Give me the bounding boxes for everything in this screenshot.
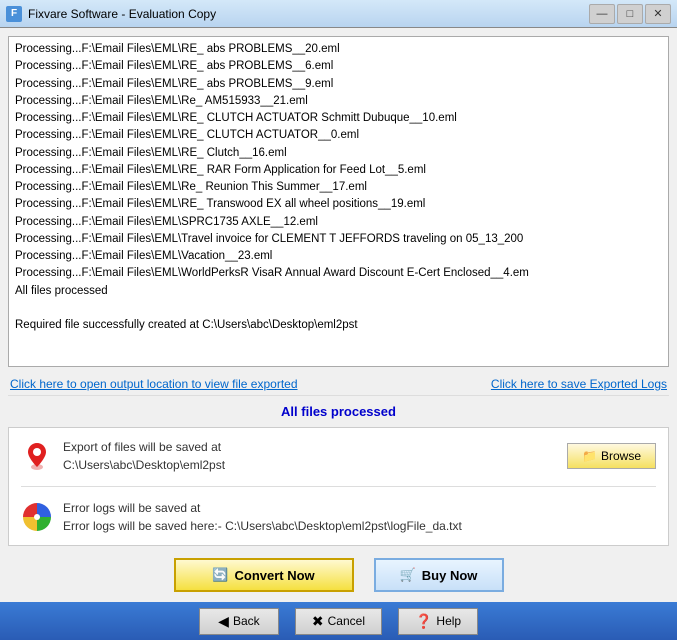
nav-bar: ◀ Back ✖ Cancel ❓ Help: [0, 602, 677, 640]
log-line: [15, 300, 662, 317]
log-line: Processing...F:\Email Files\EML\RE_ Tran…: [15, 196, 662, 213]
help-button[interactable]: ❓ Help: [398, 608, 478, 635]
divider: [21, 486, 656, 487]
action-buttons: 🔄 Convert Now 🛒 Buy Now: [8, 552, 669, 596]
log-line: Processing...F:\Email Files\EML\RE_ RAR …: [15, 162, 662, 179]
back-icon: ◀: [218, 613, 229, 630]
cart-icon: 🛒: [400, 567, 416, 583]
info-section: Export of files will be saved at C:\User…: [8, 427, 669, 546]
error-logs-row: Error logs will be saved at Error logs w…: [21, 499, 656, 535]
cancel-label: Cancel: [328, 614, 365, 628]
cancel-button[interactable]: ✖ Cancel: [295, 608, 382, 635]
log-line: Processing...F:\Email Files\EML\Re_ AM51…: [15, 93, 662, 110]
close-button[interactable]: ✕: [645, 4, 671, 24]
pie-chart-icon: [21, 501, 53, 533]
location-pin-icon: [25, 441, 49, 471]
minimize-button[interactable]: —: [589, 4, 615, 24]
buy-label: Buy Now: [422, 568, 478, 583]
open-output-link[interactable]: Click here to open output location to vi…: [10, 377, 298, 391]
main-container: Processing...F:\Email Files\EML\RE_ abs …: [0, 28, 677, 640]
window-title: Fixvare Software - Evaluation Copy: [28, 7, 216, 21]
convert-label: Convert Now: [235, 568, 315, 583]
export-label: Export of files will be saved at: [63, 438, 557, 456]
links-section: Click here to open output location to vi…: [8, 373, 669, 396]
help-label: Help: [436, 614, 461, 628]
buy-now-button[interactable]: 🛒 Buy Now: [374, 558, 504, 592]
log-line: Processing...F:\Email Files\EML\RE_ abs …: [15, 41, 662, 58]
convert-icon: 🔄: [212, 567, 228, 583]
export-path-row: Export of files will be saved at C:\User…: [21, 438, 656, 474]
window-controls: — □ ✕: [589, 4, 671, 24]
title-bar-left: F Fixvare Software - Evaluation Copy: [6, 6, 216, 22]
log-line: Processing...F:\Email Files\EML\RE_ CLUT…: [15, 127, 662, 144]
log-line: Processing...F:\Email Files\EML\RE_ CLUT…: [15, 110, 662, 127]
maximize-button[interactable]: □: [617, 4, 643, 24]
log-area[interactable]: Processing...F:\Email Files\EML\RE_ abs …: [8, 36, 669, 367]
export-path-text: Export of files will be saved at C:\User…: [63, 438, 557, 474]
title-bar: F Fixvare Software - Evaluation Copy — □…: [0, 0, 677, 28]
log-line: Processing...F:\Email Files\EML\RE_ abs …: [15, 58, 662, 75]
back-label: Back: [233, 614, 260, 628]
status-message: All files processed: [8, 402, 669, 421]
save-logs-link[interactable]: Click here to save Exported Logs: [491, 377, 667, 391]
browse-button[interactable]: 📁 Browse: [567, 443, 656, 469]
log-lines: Processing...F:\Email Files\EML\RE_ abs …: [15, 41, 662, 334]
cancel-icon: ✖: [312, 613, 324, 630]
log-line: Processing...F:\Email Files\EML\Re_ Reun…: [15, 179, 662, 196]
log-line: Processing...F:\Email Files\EML\SPRC1735…: [15, 214, 662, 231]
location-icon-container: [21, 440, 53, 472]
error-logs-label: Error logs will be saved at: [63, 499, 656, 517]
export-path: C:\Users\abc\Desktop\eml2pst: [63, 456, 557, 474]
log-line: Processing...F:\Email Files\EML\RE_ abs …: [15, 76, 662, 93]
back-button[interactable]: ◀ Back: [199, 608, 279, 635]
log-line: Processing...F:\Email Files\EML\WorldPer…: [15, 265, 662, 282]
help-icon: ❓: [415, 613, 432, 630]
convert-now-button[interactable]: 🔄 Convert Now: [174, 558, 354, 592]
error-logs-path: Error logs will be saved here:- C:\Users…: [63, 517, 656, 535]
browse-label: Browse: [601, 449, 641, 463]
browse-icon: 📁: [582, 449, 597, 463]
log-line: Processing...F:\Email Files\EML\Travel i…: [15, 231, 662, 248]
log-line: All files processed: [15, 283, 662, 300]
error-logs-text: Error logs will be saved at Error logs w…: [63, 499, 656, 535]
log-line: Required file successfully created at C:…: [15, 317, 662, 334]
log-line: Processing...F:\Email Files\EML\Vacation…: [15, 248, 662, 265]
log-line: Processing...F:\Email Files\EML\RE_ Clut…: [15, 145, 662, 162]
app-icon: F: [6, 6, 22, 22]
